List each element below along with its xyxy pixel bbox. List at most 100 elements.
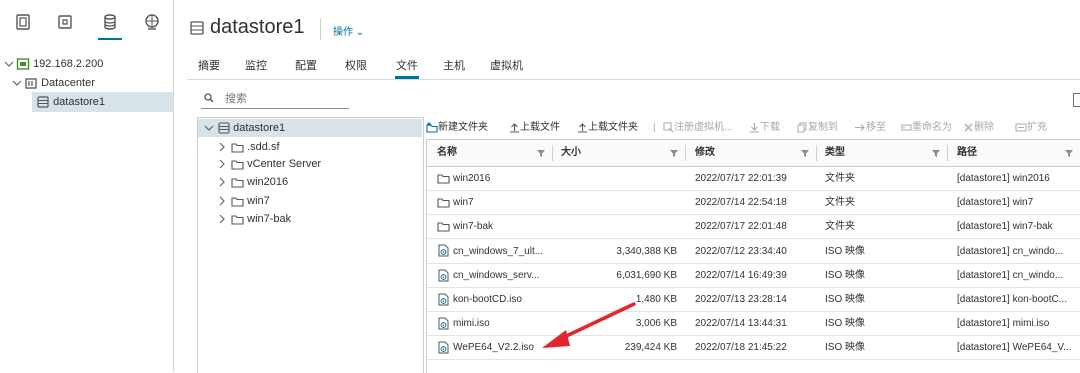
actions-menu[interactable]: 操作 ⌄ bbox=[333, 23, 364, 38]
tree-item-datastore[interactable]: datastore1 bbox=[32, 92, 173, 112]
table-row[interactable]: win7-bak 2022/07/17 22:01:48 文件夹 [datastore… bbox=[427, 215, 1080, 240]
chevron-right-icon[interactable] bbox=[216, 176, 228, 188]
folder-tree-item[interactable]: win7-bak bbox=[198, 210, 422, 228]
filter-icon[interactable] bbox=[1065, 149, 1073, 157]
tree-item-datastore-label: datastore1 bbox=[53, 96, 106, 108]
file-toolbar: 新建文件夹 上载文件 上载文件夹 | 注册虚拟机... 下载 复制到 移至 重命… bbox=[426, 117, 1080, 139]
column-header-name[interactable]: 名称 bbox=[437, 140, 457, 166]
filter-icon[interactable] bbox=[801, 149, 809, 157]
host-icon bbox=[16, 58, 30, 70]
filter-icon[interactable] bbox=[537, 149, 545, 157]
search-field[interactable] bbox=[201, 90, 349, 109]
iso-file-icon bbox=[438, 341, 449, 354]
tree-item-host[interactable]: 192.168.2.200 bbox=[0, 54, 173, 74]
cell-name[interactable]: win7-bak bbox=[437, 215, 555, 238]
cell-name[interactable]: win2016 bbox=[437, 167, 555, 190]
register-vm-button[interactable]: 注册虚拟机... bbox=[663, 117, 732, 139]
tab-monitor[interactable]: 监控 bbox=[245, 57, 267, 73]
folder-tree-item[interactable]: win7 bbox=[198, 192, 422, 210]
table-row[interactable]: kon-bootCD.iso 1,480 KB 2022/07/13 23:28:1… bbox=[427, 288, 1080, 312]
tab-permissions[interactable]: 权限 bbox=[345, 57, 367, 73]
chevron-right-icon[interactable] bbox=[216, 213, 228, 225]
cell-type: ISO 映像 bbox=[825, 269, 866, 281]
cell-name[interactable]: cn_windows_serv... bbox=[437, 264, 555, 287]
filter-icon[interactable] bbox=[932, 149, 940, 157]
rename-icon bbox=[901, 124, 912, 131]
iso-file-icon bbox=[438, 293, 449, 306]
column-header-modified[interactable]: 修改 bbox=[695, 140, 715, 166]
column-separator[interactable] bbox=[685, 145, 686, 161]
cell-name[interactable]: win7 bbox=[437, 191, 555, 214]
tree-item-host-label: 192.168.2.200 bbox=[33, 58, 104, 70]
tab-vms[interactable]: 虚拟机 bbox=[490, 57, 523, 73]
tree-item-datacenter-label: Datacenter bbox=[41, 77, 95, 89]
column-header-path[interactable]: 路径 bbox=[957, 140, 977, 166]
filter-icon[interactable] bbox=[670, 149, 678, 157]
search-input[interactable] bbox=[223, 90, 347, 108]
move-to-button[interactable]: 移至 bbox=[854, 117, 886, 139]
new-folder-icon bbox=[426, 121, 438, 133]
table-row[interactable]: mimi.iso 3,006 KB 2022/07/14 13:44:31 ISO 映… bbox=[427, 312, 1080, 337]
chevron-right-icon[interactable] bbox=[216, 141, 228, 153]
table-row[interactable]: cn_windows_serv... 6,031,690 KB 2022/07/14… bbox=[427, 264, 1080, 288]
column-separator[interactable] bbox=[816, 145, 817, 161]
tab-configure[interactable]: 配置 bbox=[295, 57, 317, 73]
tab-hosts[interactable]: 主机 bbox=[443, 57, 465, 73]
table-row[interactable]: cn_windows_7_ult... 3,340,388 KB 2022/07/1… bbox=[427, 240, 1080, 264]
folder-icon bbox=[231, 178, 244, 188]
delete-button[interactable]: 删除 bbox=[963, 117, 994, 139]
download-button[interactable]: 下载 bbox=[749, 117, 780, 139]
datastore-icon bbox=[218, 122, 230, 134]
file-grid: 名称 大小 修改 类型 路径 win2016 2022/07/17 22:01:3… bbox=[426, 139, 1080, 373]
chevron-down-icon[interactable] bbox=[203, 122, 215, 134]
cell-size: 3,340,388 KB bbox=[616, 245, 677, 257]
active-nav-indicator bbox=[98, 38, 122, 40]
cell-path: [datastore1] cn_windo... bbox=[957, 269, 1064, 281]
chevron-right-icon[interactable] bbox=[216, 195, 228, 207]
cell-modified: 2022/07/17 22:01:48 bbox=[695, 221, 787, 233]
table-row[interactable]: WePE64_V2.2.iso 239,424 KB 2022/07/18 21:4… bbox=[427, 336, 1080, 361]
column-header-type[interactable]: 类型 bbox=[825, 140, 845, 166]
cell-name-label: WePE64_V2.2.iso bbox=[453, 342, 534, 354]
copy-to-button[interactable]: 复制到 bbox=[797, 117, 838, 139]
tree-item-datacenter[interactable]: Datacenter bbox=[0, 73, 173, 93]
chevron-right-icon[interactable] bbox=[216, 158, 228, 170]
column-separator[interactable] bbox=[552, 145, 553, 161]
table-row[interactable]: win2016 2022/07/17 22:01:39 文件夹 [datastore1… bbox=[427, 167, 1080, 191]
storage-icon[interactable] bbox=[101, 13, 119, 31]
cell-modified: 2022/07/12 23:34:40 bbox=[695, 245, 787, 257]
expand-button[interactable]: 扩充 bbox=[1015, 117, 1047, 139]
folder-tree-root-label: datastore1 bbox=[233, 122, 286, 134]
new-folder-button[interactable]: 新建文件夹 bbox=[426, 117, 488, 139]
vms-templates-icon[interactable] bbox=[56, 13, 74, 31]
upload-folder-label: 上载文件夹 bbox=[588, 122, 638, 133]
upload-folder-button[interactable]: 上载文件夹 bbox=[577, 117, 638, 139]
table-row[interactable]: win7 2022/07/14 22:54:18 文件夹 [datastore1] w… bbox=[427, 191, 1080, 216]
chevron-down-icon[interactable] bbox=[2, 57, 16, 71]
tab-summary[interactable]: 摘要 bbox=[198, 57, 220, 73]
cell-path: [datastore1] WePE64_V... bbox=[957, 342, 1072, 354]
register-vm-icon bbox=[663, 122, 674, 133]
networking-icon[interactable] bbox=[143, 13, 161, 31]
search-icon bbox=[204, 93, 214, 106]
iso-file-icon bbox=[438, 244, 449, 257]
tab-files[interactable]: 文件 bbox=[396, 57, 418, 73]
upload-icon bbox=[578, 123, 587, 133]
folder-tree-item[interactable]: vCenter Server bbox=[198, 155, 422, 173]
cell-path: [datastore1] cn_windo... bbox=[957, 245, 1064, 257]
rename-button[interactable]: 重命名为 bbox=[901, 117, 952, 139]
datastore-icon bbox=[37, 96, 49, 108]
hosts-clusters-icon[interactable] bbox=[14, 13, 32, 31]
cell-name[interactable]: cn_windows_7_ult... bbox=[437, 240, 555, 263]
chevron-down-icon[interactable] bbox=[10, 76, 24, 90]
folder-tree-root[interactable]: datastore1 bbox=[198, 119, 422, 137]
upload-file-button[interactable]: 上载文件 bbox=[509, 117, 560, 139]
cell-name-label: win7-bak bbox=[453, 221, 494, 233]
column-header-size[interactable]: 大小 bbox=[561, 140, 581, 166]
title-divider bbox=[320, 18, 321, 40]
cell-path: [datastore1] mimi.iso bbox=[957, 318, 1050, 330]
folder-tree-item[interactable]: win2016 bbox=[198, 173, 422, 191]
column-separator[interactable] bbox=[947, 145, 948, 161]
folder-tree-item-label: vCenter Server bbox=[247, 158, 322, 170]
folder-tree-item[interactable]: .sdd.sf bbox=[198, 138, 422, 156]
